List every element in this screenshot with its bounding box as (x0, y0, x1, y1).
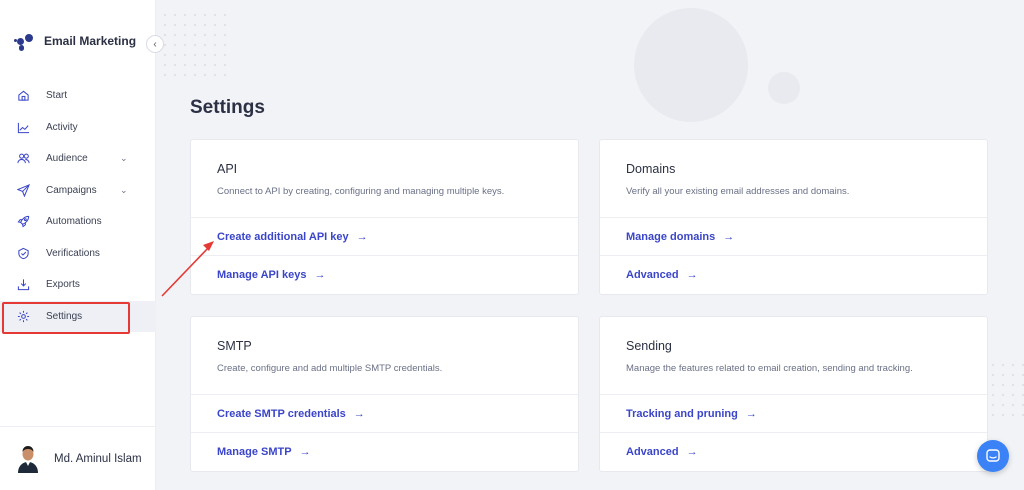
card-title: Sending (626, 339, 672, 353)
shield-icon (16, 246, 30, 260)
decorative-dots (988, 360, 1024, 420)
card-description: Connect to API by creating, configuring … (217, 186, 505, 197)
card-description: Create, configure and add multiple SMTP … (217, 363, 443, 374)
page-title: Settings (190, 97, 265, 118)
arrow-right-icon: → (745, 407, 757, 420)
sidebar-item-label: Automations (46, 216, 102, 228)
manage-api-keys-link[interactable]: Manage API keys → (191, 256, 578, 294)
sidebar: Email Marketing Start Activity Audience … (0, 0, 156, 490)
link-label: Create additional API key (217, 230, 349, 243)
create-api-key-link[interactable]: Create additional API key → (191, 218, 578, 256)
link-label: Manage domains (626, 230, 716, 243)
brand-name: Email Marketing (44, 34, 137, 48)
collapse-sidebar-button[interactable]: ‹ (146, 35, 164, 53)
link-label: Manage SMTP (217, 446, 292, 458)
sidebar-item-label: Start (46, 90, 68, 102)
sidebar-item-verifications[interactable]: Verifications (0, 238, 156, 270)
sending-advanced-link[interactable]: Advanced → (600, 433, 987, 471)
home-icon (16, 89, 30, 103)
sidebar-item-campaigns[interactable]: Campaigns ⌄ (0, 175, 156, 207)
arrow-right-icon: → (686, 269, 698, 281)
rocket-icon (16, 215, 30, 229)
annotation-highlight-box (2, 302, 130, 334)
manage-domains-link[interactable]: Manage domains → (600, 218, 987, 256)
sidebar-item-activity[interactable]: Activity (0, 112, 156, 144)
avatar (16, 445, 40, 473)
sending-card: Sending Manage the features related to e… (599, 316, 988, 472)
chevron-left-icon: ‹ (153, 38, 157, 50)
arrow-right-icon: → (353, 407, 365, 420)
card-title: API (217, 162, 238, 176)
decorative-dots (160, 10, 234, 84)
card-title: SMTP (217, 339, 252, 353)
decorative-circle (634, 8, 748, 122)
domains-card: Domains Verify all your existing email a… (599, 139, 988, 295)
arrow-right-icon: → (299, 446, 311, 458)
sidebar-item-label: Campaigns (46, 184, 97, 196)
api-card: API Connect to API by creating, configur… (190, 139, 579, 295)
users-icon (16, 152, 30, 166)
card-description: Verify all your existing email addresses… (626, 186, 850, 197)
card-title: Domains (626, 162, 676, 176)
chart-icon (16, 120, 30, 134)
sidebar-item-start[interactable]: Start (0, 80, 156, 112)
sidebar-item-label: Activity (46, 121, 78, 133)
download-icon (16, 278, 30, 292)
chevron-down-icon: ⌄ (120, 184, 128, 195)
smtp-card: SMTP Create, configure and add multiple … (190, 316, 579, 472)
arrow-right-icon: → (356, 230, 368, 243)
link-label: Create SMTP credentials (217, 407, 346, 420)
sidebar-item-automations[interactable]: Automations (0, 206, 156, 238)
chat-icon (986, 449, 1000, 462)
link-label: Tracking and pruning (626, 407, 738, 420)
card-description: Manage the features related to email cre… (626, 363, 913, 374)
brand[interactable]: Email Marketing (14, 30, 136, 52)
brand-logo-icon (14, 30, 34, 52)
link-label: Advanced (626, 269, 679, 281)
arrow-right-icon: → (686, 446, 698, 458)
link-label: Advanced (626, 446, 679, 458)
link-label: Manage API keys (217, 269, 307, 281)
decorative-circle (768, 72, 800, 104)
create-smtp-credentials-link[interactable]: Create SMTP credentials → (191, 395, 578, 433)
domains-advanced-link[interactable]: Advanced → (600, 256, 987, 294)
profile-name: Md. Aminul Islam (54, 452, 142, 465)
sidebar-nav: Start Activity Audience ⌄ Campaigns ⌄ Au… (0, 80, 156, 332)
send-icon (16, 183, 30, 197)
sidebar-item-label: Verifications (46, 247, 100, 259)
chat-widget-button[interactable] (977, 440, 1009, 472)
arrow-right-icon: → (314, 269, 326, 281)
user-profile[interactable]: Md. Aminul Islam (0, 426, 156, 490)
sidebar-item-label: Exports (46, 279, 80, 291)
sidebar-item-exports[interactable]: Exports (0, 269, 156, 301)
arrow-right-icon: → (723, 230, 735, 243)
manage-smtp-link[interactable]: Manage SMTP → (191, 433, 578, 471)
sidebar-item-label: Audience (46, 153, 88, 165)
sidebar-item-audience[interactable]: Audience ⌄ (0, 143, 156, 175)
chevron-down-icon: ⌄ (120, 153, 128, 164)
tracking-and-pruning-link[interactable]: Tracking and pruning → (600, 395, 987, 433)
